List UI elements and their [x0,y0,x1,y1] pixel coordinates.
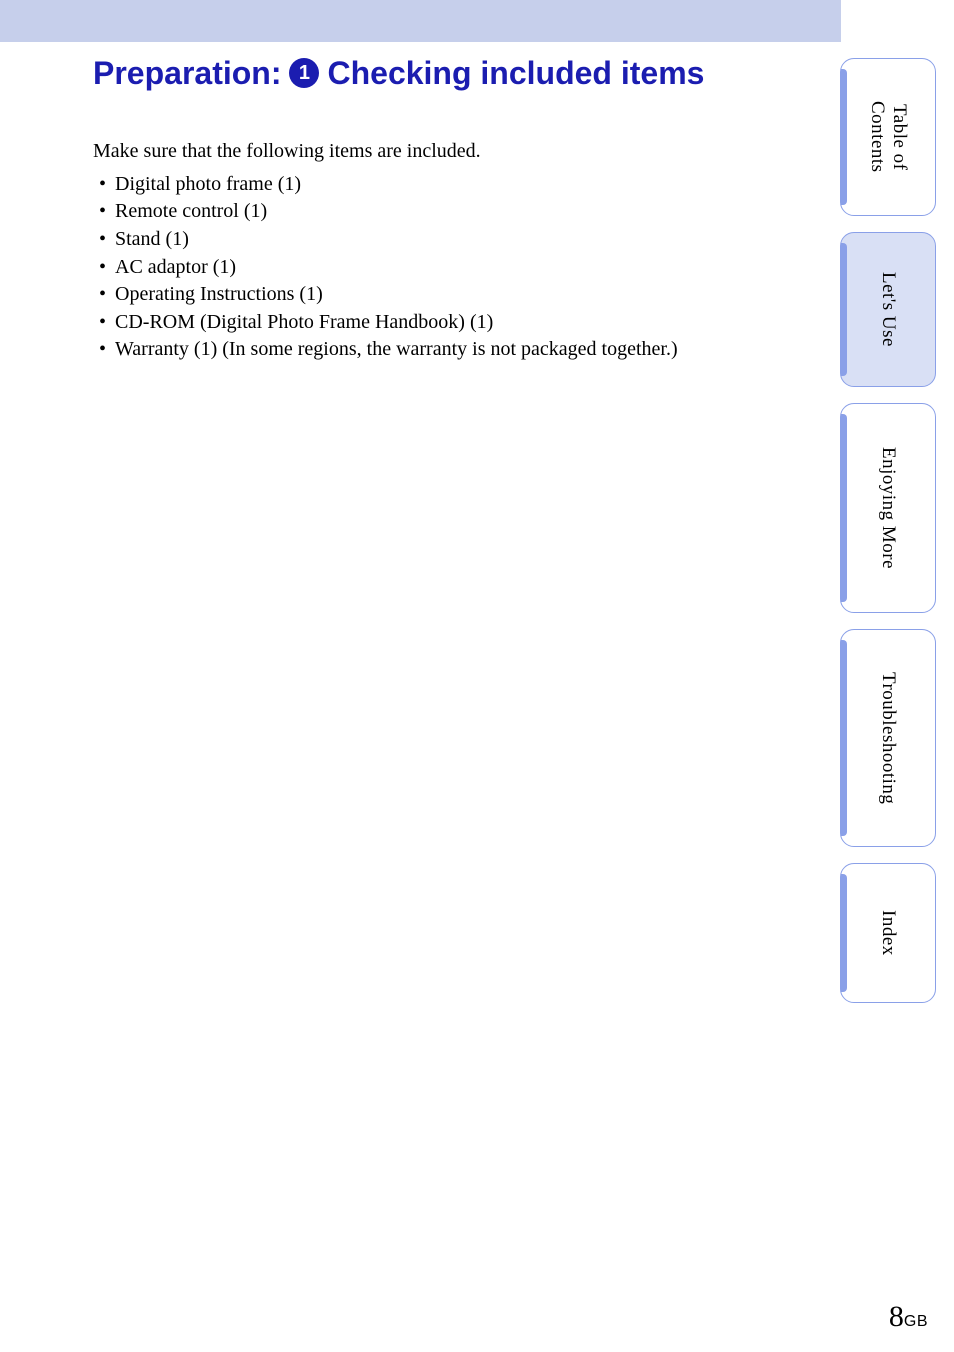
list-item: Warranty (1) (In some regions, the warra… [93,336,829,364]
page-number-suffix: GB [904,1313,928,1330]
top-header-bar [0,0,841,42]
tab-label: Index [877,910,899,956]
side-tabs: Table of Contents Let's Use Enjoying Mor… [840,58,936,1003]
included-items-list: Digital photo frame (1) Remote control (… [93,171,829,364]
title-prefix: Preparation: [93,55,281,92]
main-content: Preparation: 1 Checking included items M… [93,55,829,364]
list-item: Operating Instructions (1) [93,281,829,309]
step-number: 1 [299,62,310,85]
step-number-badge: 1 [289,58,319,88]
list-item: AC adaptor (1) [93,254,829,282]
list-item: Digital photo frame (1) [93,171,829,199]
tab-index[interactable]: Index [840,863,936,1003]
tab-edge-accent [841,640,847,836]
tab-edge-accent [841,874,847,992]
page-title: Preparation: 1 Checking included items [93,55,829,92]
tab-table-of-contents[interactable]: Table of Contents [840,58,936,216]
list-item: Remote control (1) [93,198,829,226]
tab-label: Enjoying More [877,447,899,569]
tab-enjoying-more[interactable]: Enjoying More [840,403,936,613]
tab-label: Troubleshooting [877,672,899,804]
tab-label: Let's Use [877,272,899,347]
intro-text: Make sure that the following items are i… [93,140,829,163]
tab-troubleshooting[interactable]: Troubleshooting [840,629,936,847]
tab-edge-accent [841,243,847,376]
tab-edge-accent [841,414,847,602]
tab-edge-accent [841,69,847,205]
title-suffix: Checking included items [327,55,704,92]
list-item: CD-ROM (Digital Photo Frame Handbook) (1… [93,309,829,337]
tab-lets-use[interactable]: Let's Use [840,232,936,387]
tab-label: Table of Contents [866,101,910,173]
page-number-value: 8 [889,1300,904,1333]
list-item: Stand (1) [93,226,829,254]
page-number: 8GB [889,1300,928,1334]
